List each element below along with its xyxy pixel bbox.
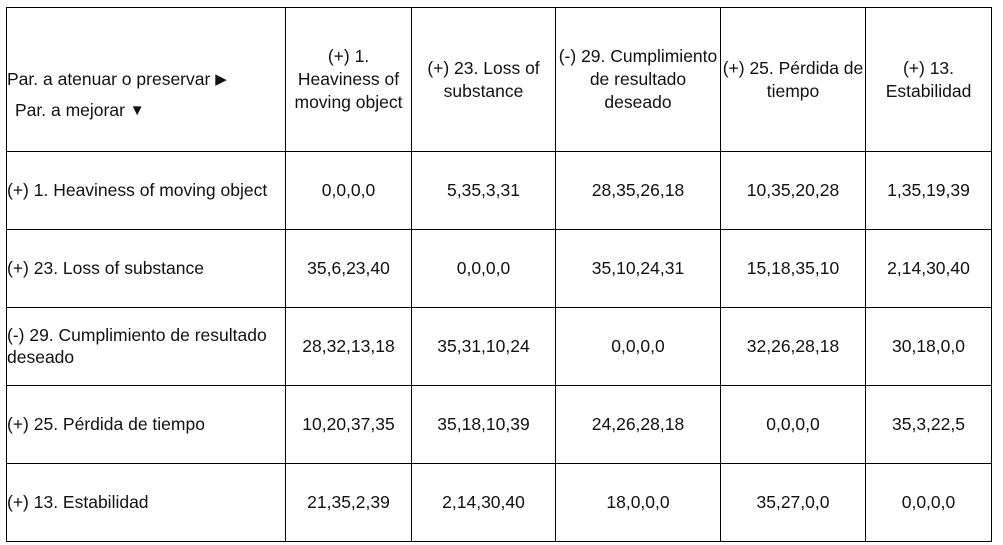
column-header-1: (+) 1. Heaviness of moving object — [285, 7, 412, 152]
row-header-5: (+) 13. Estabilidad — [6, 463, 286, 542]
column-header-1-label: (+) 1. Heaviness of moving object — [294, 46, 403, 112]
cell-r5c4: 35,27,0,0 — [720, 463, 866, 542]
cell-r2c4: 15,18,35,10 — [720, 229, 866, 308]
cell-r5c2: 2,14,30,40 — [411, 463, 556, 542]
column-header-3: (-) 29. Cumplimiento de resultado desead… — [555, 7, 721, 152]
axis-legend-rows-label: Par. a mejorar — [15, 99, 125, 120]
cell-r3c1: 28,32,13,18 — [285, 307, 412, 386]
axis-legend-cell: Par. a atenuar o preservar ▶ Par. a mejo… — [6, 7, 286, 152]
cell-r3c2: 35,31,10,24 — [411, 307, 556, 386]
column-header-5: (+) 13. Estabilidad — [865, 7, 992, 152]
cell-r5c3: 18,0,0,0 — [555, 463, 721, 542]
column-header-4: (+) 25. Pérdida de tiempo — [720, 7, 866, 152]
cell-r4c4: 0,0,0,0 — [720, 385, 866, 464]
table-row: (+) 23. Loss of substance 35,6,23,40 0,0… — [6, 229, 992, 308]
cell-r2c2: 0,0,0,0 — [411, 229, 556, 308]
cell-r5c5: 0,0,0,0 — [865, 463, 992, 542]
cell-r1c3: 28,35,26,18 — [555, 151, 721, 230]
triangle-down-icon: ▼ — [129, 101, 145, 119]
cell-r2c5: 2,14,30,40 — [865, 229, 992, 308]
contradiction-matrix-sheet: Par. a atenuar o preservar ▶ Par. a mejo… — [0, 0, 1003, 545]
column-header-2-label: (+) 23. Loss of substance — [427, 57, 540, 101]
table-row: (+) 25. Pérdida de tiempo 10,20,37,35 35… — [6, 385, 992, 464]
column-header-2: (+) 23. Loss of substance — [411, 7, 556, 152]
cell-r4c2: 35,18,10,39 — [411, 385, 556, 464]
cell-r5c1: 21,35,2,39 — [285, 463, 412, 542]
table-row: (+) 13. Estabilidad 21,35,2,39 2,14,30,4… — [6, 463, 992, 542]
axis-legend-rows: Par. a mejorar ▼ — [15, 100, 145, 121]
cell-r1c4: 10,35,20,28 — [720, 151, 866, 230]
cell-r4c1: 10,20,37,35 — [285, 385, 412, 464]
cell-r3c3: 0,0,0,0 — [555, 307, 721, 386]
table-row: (-) 29. Cumplimiento de resultado desead… — [6, 307, 992, 386]
row-header-4: (+) 25. Pérdida de tiempo — [6, 385, 286, 464]
contradiction-matrix-table: Par. a atenuar o preservar ▶ Par. a mejo… — [6, 7, 992, 542]
row-header-1: (+) 1. Heaviness of moving object — [6, 151, 286, 230]
axis-legend-columns-label: Par. a atenuar o preservar — [7, 68, 211, 89]
column-header-4-label: (+) 25. Pérdida de tiempo — [722, 57, 864, 101]
cell-r1c5: 1,35,19,39 — [865, 151, 992, 230]
column-header-5-label: (+) 13. Estabilidad — [885, 57, 972, 101]
cell-r1c1: 0,0,0,0 — [285, 151, 412, 230]
cell-r2c1: 35,6,23,40 — [285, 229, 412, 308]
row-header-2: (+) 23. Loss of substance — [6, 229, 286, 308]
column-header-3-label: (-) 29. Cumplimiento de resultado desead… — [558, 46, 718, 112]
cell-r4c3: 24,26,28,18 — [555, 385, 721, 464]
axis-legend-columns: Par. a atenuar o preservar ▶ — [7, 69, 285, 90]
row-header-3: (-) 29. Cumplimiento de resultado desead… — [6, 307, 286, 386]
cell-r4c5: 35,3,22,5 — [865, 385, 992, 464]
cell-r1c2: 5,35,3,31 — [411, 151, 556, 230]
cell-r3c5: 30,18,0,0 — [865, 307, 992, 386]
cell-r3c4: 32,26,28,18 — [720, 307, 866, 386]
cell-r2c3: 35,10,24,31 — [555, 229, 721, 308]
triangle-right-icon: ▶ — [215, 70, 227, 88]
table-row: (+) 1. Heaviness of moving object 0,0,0,… — [6, 151, 992, 230]
table-header-row: Par. a atenuar o preservar ▶ Par. a mejo… — [6, 7, 992, 152]
